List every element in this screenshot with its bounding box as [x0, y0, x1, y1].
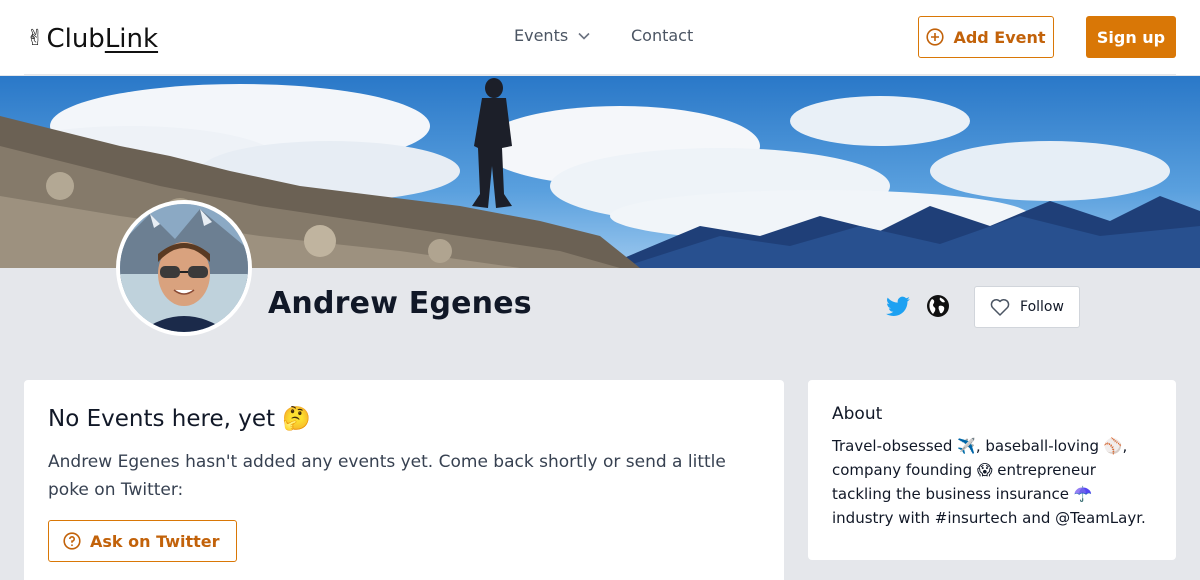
add-event-button[interactable]: Add Event	[918, 16, 1054, 58]
about-card: About Travel-obsessed ✈️, baseball-lovin…	[808, 380, 1176, 560]
add-event-label: Add Event	[953, 27, 1046, 47]
globe-icon[interactable]	[926, 294, 950, 318]
events-card: No Events here, yet 🤔 Andrew Egenes hasn…	[24, 380, 784, 580]
chevron-down-icon	[578, 32, 590, 40]
ask-on-twitter-label: Ask on Twitter	[90, 531, 220, 551]
events-card-message: Andrew Egenes hasn't added any events ye…	[48, 452, 726, 500]
plus-circle-icon	[926, 28, 945, 46]
ask-on-twitter-button[interactable]: Ask on Twitter	[48, 520, 237, 562]
profile-name: Andrew Egenes	[268, 286, 532, 321]
victory-hand-icon: ✌	[26, 26, 45, 51]
logo-text-link: Link	[104, 24, 159, 54]
heart-icon	[990, 299, 1010, 316]
nav-contact-link[interactable]: Contact	[631, 26, 693, 45]
about-card-title: About	[832, 404, 883, 424]
clublink-logo[interactable]: ✌ Club Link	[26, 22, 158, 56]
twitter-icon[interactable]	[885, 294, 911, 320]
logo-text-club: Club	[46, 24, 105, 54]
question-circle-icon	[63, 532, 81, 550]
sign-up-button[interactable]: Sign up	[1086, 16, 1176, 58]
follow-button[interactable]: Follow	[974, 286, 1080, 328]
profile-avatar	[116, 200, 252, 336]
events-card-title: No Events here, yet 🤔	[48, 406, 311, 432]
nav-events-dropdown[interactable]: Events	[514, 26, 590, 45]
site-header: ✌ Club Link Events Contact Add Event Sign…	[0, 0, 1200, 75]
header-divider	[24, 74, 1176, 75]
follow-label: Follow	[1020, 299, 1064, 315]
about-card-bio: Travel-obsessed ✈️, baseball-loving ⚾, c…	[832, 437, 1146, 527]
nav-events-label: Events	[514, 26, 569, 45]
